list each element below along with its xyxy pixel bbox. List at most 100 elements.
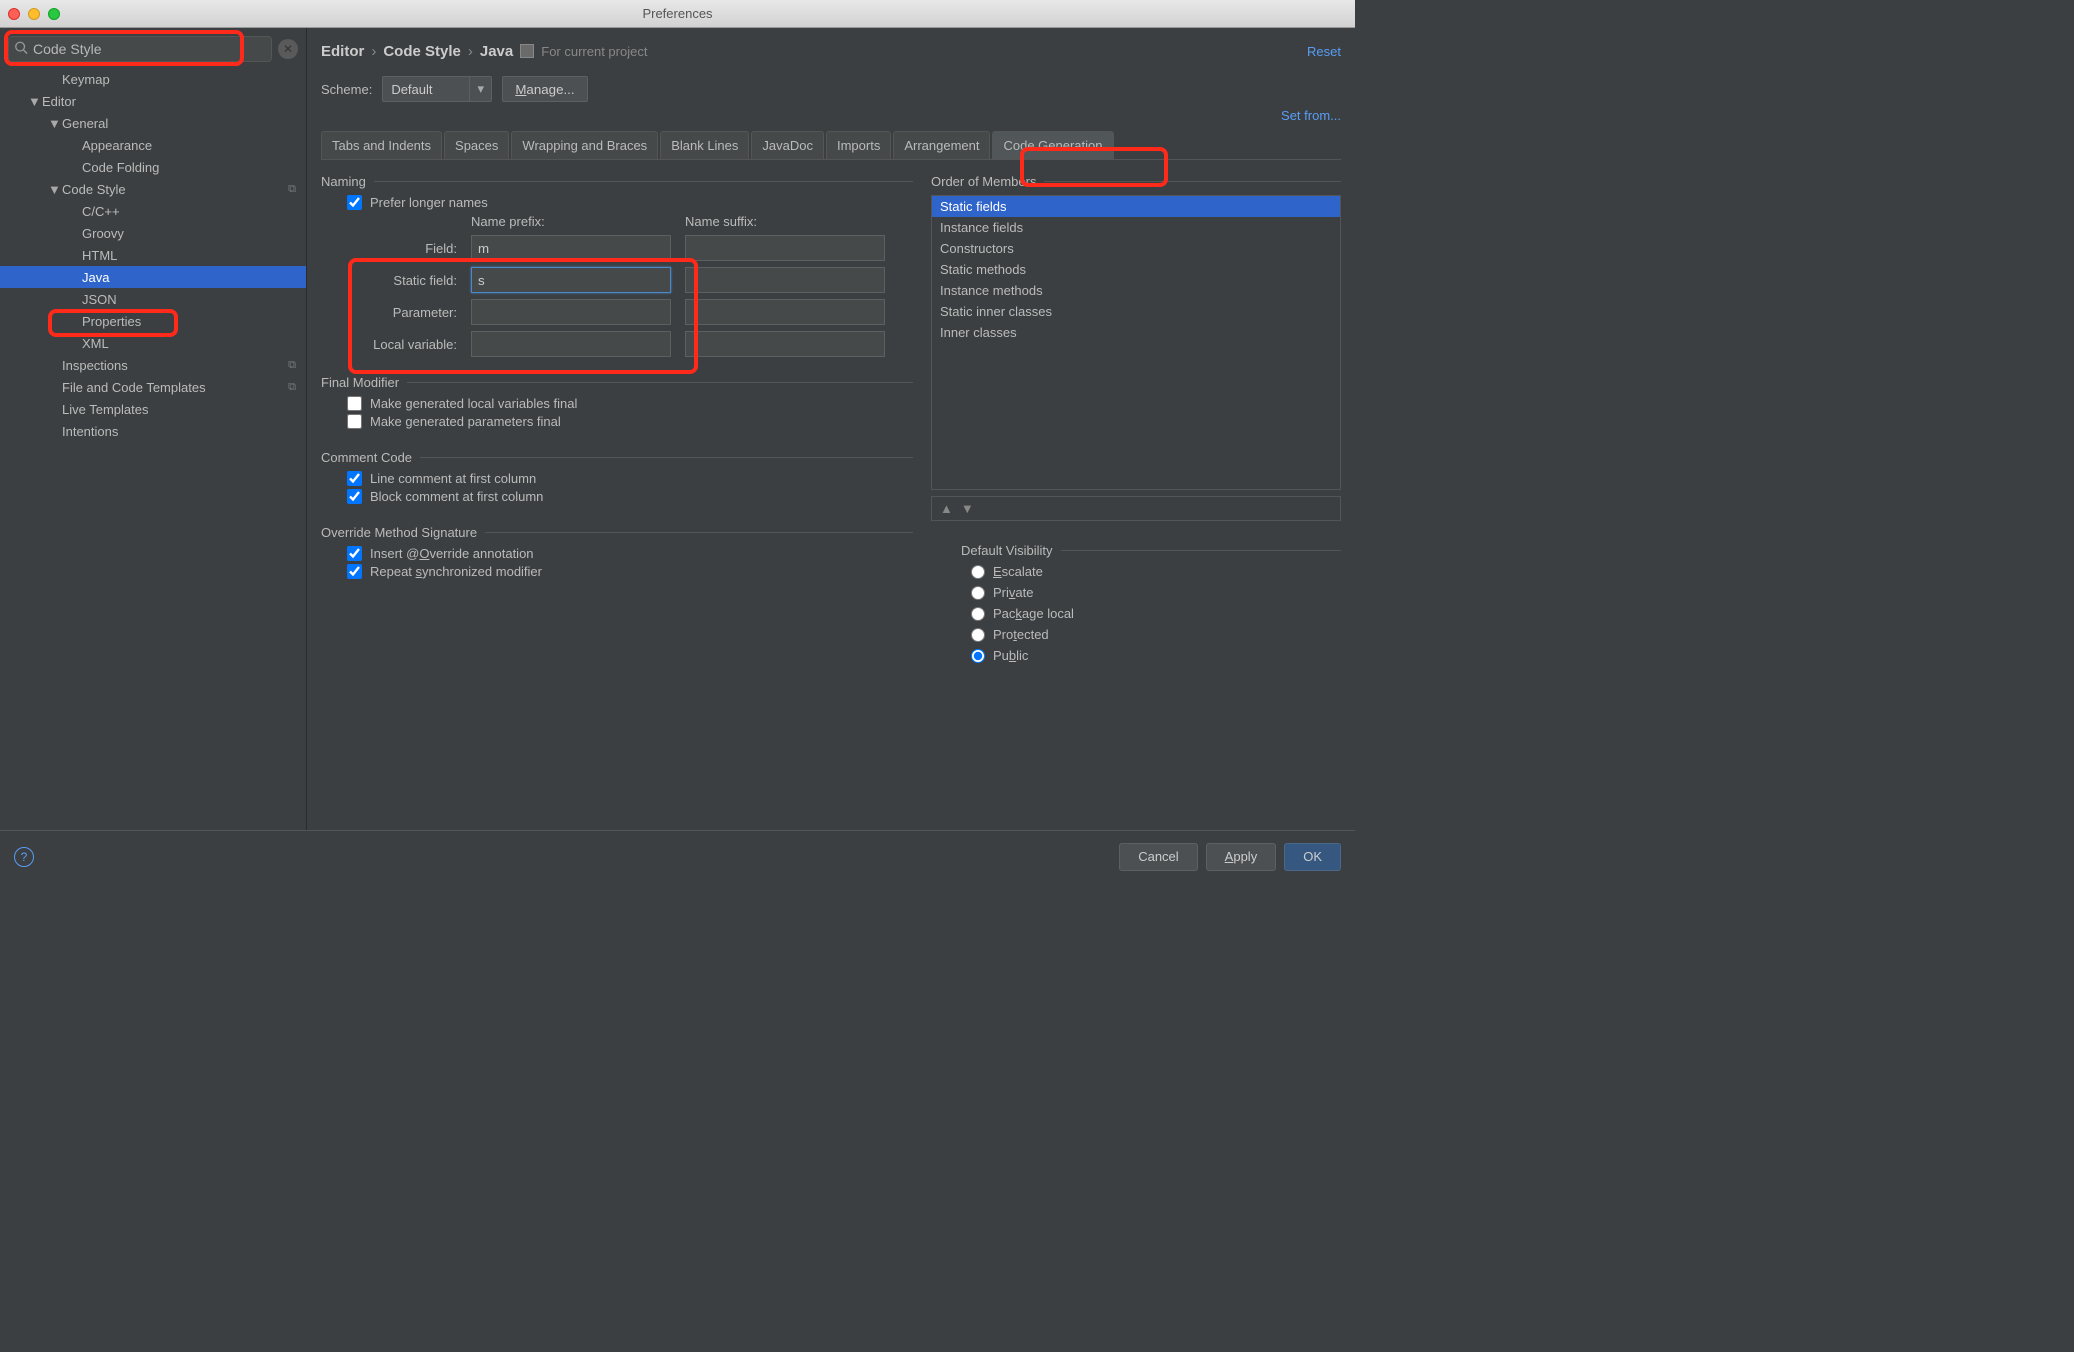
footer: ? Cancel Apply OK (0, 830, 1355, 882)
tab-arrangement[interactable]: Arrangement (893, 131, 990, 159)
sidebar-item-file-and-code-templates[interactable]: File and Code Templates⧉ (0, 376, 306, 398)
naming-section-title: Naming (321, 174, 913, 189)
sidebar-item-editor[interactable]: ▼Editor (0, 90, 306, 112)
settings-tree: Keymap▼Editor▼GeneralAppearanceCode Fold… (0, 66, 306, 830)
main-panel: Editor › Code Style › Java For current p… (307, 28, 1355, 830)
tab-spaces[interactable]: Spaces (444, 131, 509, 159)
search-wrap (8, 36, 272, 62)
visibility-option[interactable]: Package local (971, 606, 1341, 621)
project-scope-label: For current project (541, 44, 647, 59)
static-field-label: Static field: (347, 273, 457, 288)
titlebar: Preferences (0, 0, 1355, 28)
field-suffix-input[interactable] (685, 235, 885, 261)
field-prefix-input[interactable] (471, 235, 671, 261)
visibility-option[interactable]: Public (971, 648, 1341, 663)
sidebar-item-json[interactable]: JSON (0, 288, 306, 310)
ok-button[interactable]: OK (1284, 843, 1341, 871)
repeat-synchronized-checkbox[interactable]: Repeat synchronized modifier (347, 564, 913, 579)
order-item[interactable]: Static inner classes (932, 301, 1340, 322)
project-scope-icon (520, 44, 534, 58)
final-modifier-title: Final Modifier (321, 375, 913, 390)
sidebar: ✕ Keymap▼Editor▼GeneralAppearanceCode Fo… (0, 28, 307, 830)
breadcrumb: Editor › Code Style › Java For current p… (321, 43, 647, 60)
sidebar-item-live-templates[interactable]: Live Templates (0, 398, 306, 420)
tabs-bar: Tabs and IndentsSpacesWrapping and Brace… (321, 131, 1341, 160)
order-item[interactable]: Constructors (932, 238, 1340, 259)
scheme-label: Scheme: (321, 82, 372, 97)
reset-link[interactable]: Reset (1307, 44, 1341, 59)
project-scope-icon: ⧉ (288, 359, 296, 372)
sidebar-item-intentions[interactable]: Intentions (0, 420, 306, 442)
tab-blank-lines[interactable]: Blank Lines (660, 131, 749, 159)
visibility-option[interactable]: Protected (971, 627, 1341, 642)
scheme-dropdown[interactable]: Default ▾ (382, 76, 492, 102)
breadcrumb-code-style[interactable]: Code Style (383, 43, 461, 60)
local-variable-label: Local variable: (347, 337, 457, 352)
order-members-title: Order of Members (931, 174, 1341, 189)
sidebar-item-java[interactable]: Java (0, 266, 306, 288)
comment-code-title: Comment Code (321, 450, 913, 465)
tab-tabs-and-indents[interactable]: Tabs and Indents (321, 131, 442, 159)
apply-button[interactable]: Apply (1206, 843, 1277, 871)
tab-wrapping-and-braces[interactable]: Wrapping and Braces (511, 131, 658, 159)
prefer-longer-checkbox[interactable]: Prefer longer names (347, 195, 913, 210)
final-param-checkbox[interactable]: Make generated parameters final (347, 414, 913, 429)
visibility-radio-group: Escalate Private Package local Protected Pub… (971, 564, 1341, 663)
move-up-icon[interactable]: ▲ (940, 501, 953, 516)
insert-override-checkbox[interactable]: Insert @Override annotation (347, 546, 913, 561)
order-item[interactable]: Static methods (932, 259, 1340, 280)
search-clear-icon[interactable]: ✕ (278, 39, 298, 59)
static-field-prefix-input[interactable] (471, 267, 671, 293)
sidebar-item-groovy[interactable]: Groovy (0, 222, 306, 244)
chevron-down-icon: ▾ (469, 77, 491, 101)
parameter-label: Parameter: (347, 305, 457, 320)
order-item[interactable]: Instance fields (932, 217, 1340, 238)
move-down-icon[interactable]: ▼ (961, 501, 974, 516)
name-suffix-header: Name suffix: (685, 214, 885, 229)
sidebar-item-keymap[interactable]: Keymap (0, 68, 306, 90)
window-title: Preferences (0, 6, 1355, 21)
default-visibility-title: Default Visibility (961, 543, 1341, 558)
breadcrumb-java: Java (480, 43, 513, 60)
prefer-longer-label: Prefer longer names (370, 195, 488, 210)
local-variable-prefix-input[interactable] (471, 331, 671, 357)
local-variable-suffix-input[interactable] (685, 331, 885, 357)
sidebar-item-appearance[interactable]: Appearance (0, 134, 306, 156)
order-item[interactable]: Instance methods (932, 280, 1340, 301)
sidebar-item-code-folding[interactable]: Code Folding (0, 156, 306, 178)
field-label: Field: (347, 241, 457, 256)
help-icon[interactable]: ? (14, 847, 34, 867)
sidebar-item-c-c-[interactable]: C/C++ (0, 200, 306, 222)
manage-button[interactable]: Manage... (502, 76, 587, 102)
sidebar-item-html[interactable]: HTML (0, 244, 306, 266)
block-comment-checkbox[interactable]: Block comment at first column (347, 489, 913, 504)
static-field-suffix-input[interactable] (685, 267, 885, 293)
tab-imports[interactable]: Imports (826, 131, 891, 159)
name-prefix-header: Name prefix: (471, 214, 671, 229)
project-scope-icon: ⧉ (288, 183, 296, 196)
order-item[interactable]: Inner classes (932, 322, 1340, 343)
tab-code-generation[interactable]: Code Generation (992, 131, 1113, 159)
final-local-checkbox[interactable]: Make generated local variables final (347, 396, 913, 411)
sidebar-item-general[interactable]: ▼General (0, 112, 306, 134)
order-item[interactable]: Static fields (932, 196, 1340, 217)
sidebar-item-code-style[interactable]: ▼Code Style⧉ (0, 178, 306, 200)
visibility-option[interactable]: Private (971, 585, 1341, 600)
breadcrumb-editor[interactable]: Editor (321, 43, 364, 60)
visibility-option[interactable]: Escalate (971, 564, 1341, 579)
search-input[interactable] (8, 36, 272, 62)
tab-javadoc[interactable]: JavaDoc (751, 131, 824, 159)
reorder-buttons: ▲ ▼ (931, 496, 1341, 521)
parameter-prefix-input[interactable] (471, 299, 671, 325)
prefer-longer-input[interactable] (347, 195, 362, 210)
set-from-link[interactable]: Set from... (1281, 108, 1341, 123)
order-members-list[interactable]: Static fieldsInstance fieldsConstructors… (931, 195, 1341, 490)
sidebar-item-properties[interactable]: Properties (0, 310, 306, 332)
override-signature-title: Override Method Signature (321, 525, 913, 540)
scheme-value: Default (391, 82, 432, 97)
sidebar-item-xml[interactable]: XML (0, 332, 306, 354)
cancel-button[interactable]: Cancel (1119, 843, 1197, 871)
sidebar-item-inspections[interactable]: Inspections⧉ (0, 354, 306, 376)
parameter-suffix-input[interactable] (685, 299, 885, 325)
line-comment-checkbox[interactable]: Line comment at first column (347, 471, 913, 486)
